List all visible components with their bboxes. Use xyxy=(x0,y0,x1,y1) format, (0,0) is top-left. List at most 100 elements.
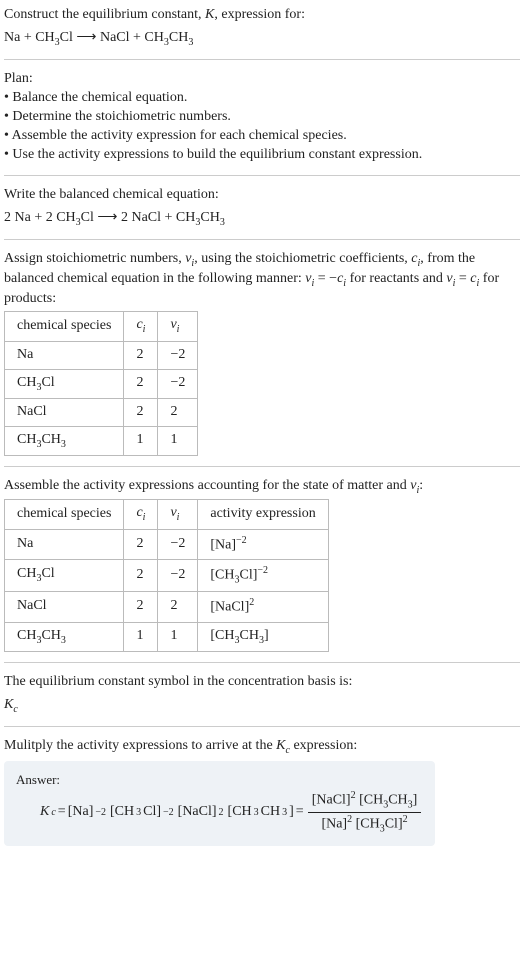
cell-ci: 1 xyxy=(124,622,158,651)
cell-species: NaCl xyxy=(5,398,124,426)
table-row: CH3CH3 1 1 xyxy=(5,426,198,455)
balanced-title: Write the balanced chemical equation: xyxy=(4,186,520,205)
text: CH xyxy=(41,628,60,643)
sub-i: i xyxy=(143,324,146,335)
divider xyxy=(4,59,520,60)
assemble-text: Assemble the activity expressions accoun… xyxy=(4,477,520,497)
plan-bullet: • Use the activity expressions to build … xyxy=(4,146,520,165)
intro-line1: Construct the equilibrium constant, xyxy=(4,7,205,22)
col-vi: νi xyxy=(158,500,198,529)
col-species: chemical species xyxy=(5,312,124,341)
term: [CH xyxy=(356,817,380,832)
text: CH xyxy=(17,375,36,390)
fraction-numerator: [NaCl]2 [CH3CH3] xyxy=(308,789,422,813)
cell-species: CH3CH3 xyxy=(5,622,124,651)
text: Cl xyxy=(41,375,54,390)
plan-bullet: • Balance the chemical equation. xyxy=(4,89,520,108)
cell-vi: −2 xyxy=(158,560,198,592)
plan-title: Plan: xyxy=(4,70,520,89)
term: Cl] xyxy=(143,803,161,822)
sup: −2 xyxy=(236,535,247,546)
sup: −2 xyxy=(163,806,174,820)
eq-part: Cl ⟶ 2 NaCl + CH xyxy=(81,210,196,225)
document-page: Construct the equilibrium constant, K, e… xyxy=(0,0,524,852)
sup: 2 xyxy=(351,790,356,801)
assign-text: Assign stoichiometric numbers, νi, using… xyxy=(4,250,520,309)
text: Mulitply the activity expressions to arr… xyxy=(4,738,276,753)
cell-species: Na xyxy=(5,529,124,560)
sup: 2 xyxy=(249,597,254,608)
balanced-equation: 2 Na + 2 CH3Cl ⟶ 2 NaCl + CH3CH3 xyxy=(4,209,520,229)
text: Cl] xyxy=(239,568,257,583)
sub-i: i xyxy=(177,324,180,335)
sub-i: i xyxy=(177,512,180,523)
sub: 3 xyxy=(61,438,66,449)
text: for reactants and xyxy=(346,271,446,286)
cell-vi: 1 xyxy=(158,622,198,651)
text: [CH xyxy=(210,568,234,583)
fraction-denominator: [Na]2 [CH3Cl]2 xyxy=(308,813,422,836)
k-symbol: K xyxy=(205,7,214,22)
divider xyxy=(4,662,520,663)
cell-ci: 1 xyxy=(124,426,158,455)
cell-species: Na xyxy=(5,341,124,369)
table-row: CH3Cl 2 −2 [CH3Cl]−2 xyxy=(5,560,329,592)
divider xyxy=(4,466,520,467)
text: : xyxy=(419,478,423,493)
eq-part: CH xyxy=(200,210,219,225)
term: [CH xyxy=(228,803,252,822)
text: CH xyxy=(239,628,258,643)
eq-part: Na + CH xyxy=(4,30,55,45)
text: [Na] xyxy=(210,537,236,552)
cell-ci: 2 xyxy=(124,341,158,369)
term: CH xyxy=(388,793,407,808)
text: Assemble the activity expressions accoun… xyxy=(4,478,410,493)
cell-species: CH3CH3 xyxy=(5,426,124,455)
sup: −2 xyxy=(257,565,268,576)
answer-box: Answer: Kc = [Na]−2 [CH3Cl]−2 [NaCl]2 [C… xyxy=(4,761,435,845)
intro-line1b: , expression for: xyxy=(214,7,305,22)
text: Assign stoichiometric numbers, xyxy=(4,251,185,266)
cell-vi: 2 xyxy=(158,592,198,623)
plan-bullet: • Assemble the activity expression for e… xyxy=(4,127,520,146)
sup: −2 xyxy=(95,806,106,820)
cell-activity: [Na]−2 xyxy=(198,529,328,560)
plan-bullet: • Determine the stoichiometric numbers. xyxy=(4,108,520,127)
kc-symbol: Kc xyxy=(4,696,520,716)
cell-vi: −2 xyxy=(158,529,198,560)
sub-c: c xyxy=(13,704,17,715)
divider xyxy=(4,726,520,727)
k-symbol: K xyxy=(40,803,49,822)
cell-activity: [CH3Cl]−2 xyxy=(198,560,328,592)
cell-ci: 2 xyxy=(124,398,158,426)
fraction: [NaCl]2 [CH3CH3] [Na]2 [CH3Cl]2 xyxy=(308,789,422,836)
col-vi: νi xyxy=(158,312,198,341)
sub: 3 xyxy=(254,806,259,820)
divider xyxy=(4,175,520,176)
sub-i: i xyxy=(143,512,146,523)
multiply-text: Mulitply the activity expressions to arr… xyxy=(4,737,520,757)
text: CH xyxy=(17,432,36,447)
intro-text: Construct the equilibrium constant, K, e… xyxy=(4,6,520,25)
equals: = xyxy=(58,803,66,822)
sup: 2 xyxy=(347,814,352,825)
cell-ci: 2 xyxy=(124,529,158,560)
table-header-row: chemical species ci νi xyxy=(5,312,198,341)
text: CH xyxy=(17,628,36,643)
table-row: Na 2 −2 xyxy=(5,341,198,369)
term: CH xyxy=(261,803,280,822)
col-species: chemical species xyxy=(5,500,124,529)
term: [NaCl] xyxy=(312,793,351,808)
table-row: NaCl 2 2 xyxy=(5,398,198,426)
term: ] xyxy=(289,803,294,822)
cell-ci: 2 xyxy=(124,369,158,398)
text: ] xyxy=(264,628,269,643)
cell-species: NaCl xyxy=(5,592,124,623)
text: CH xyxy=(41,432,60,447)
equals: = xyxy=(296,803,304,822)
cell-species: CH3Cl xyxy=(5,560,124,592)
eq-part: 2 Na + 2 CH xyxy=(4,210,76,225)
table-row: CH3CH3 1 1 [CH3CH3] xyxy=(5,622,329,651)
cell-activity: [CH3CH3] xyxy=(198,622,328,651)
term: [Na] xyxy=(68,803,94,822)
